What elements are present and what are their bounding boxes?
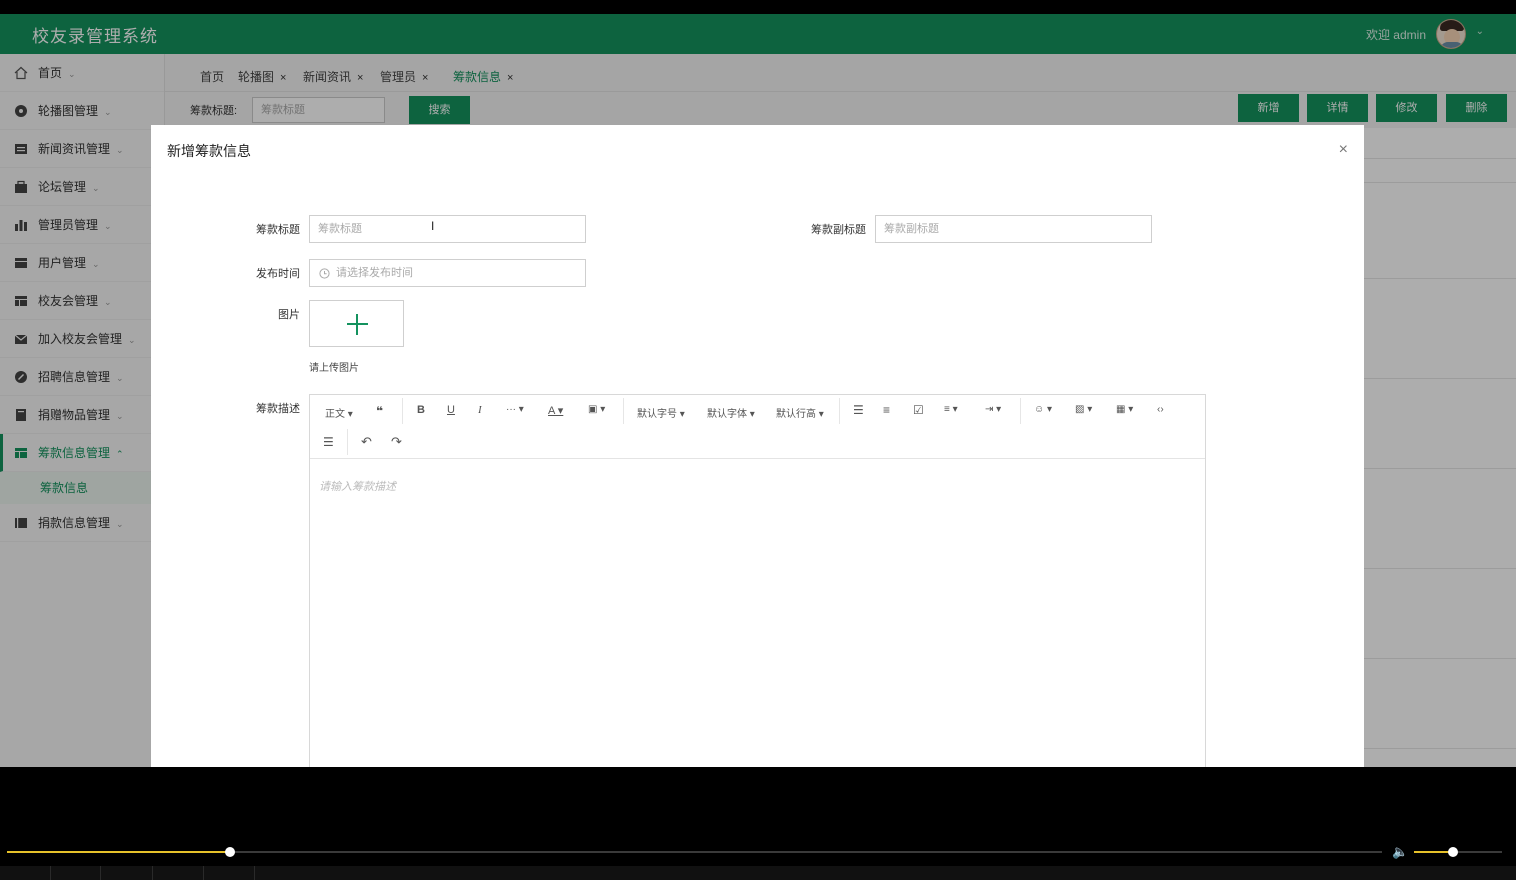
paragraph-label: 正文 bbox=[325, 409, 345, 420]
indent-icon[interactable]: ⇥ ▾ bbox=[985, 404, 1001, 415]
dialog-title: 新增筹款信息 bbox=[167, 143, 251, 159]
table-icon[interactable]: ▦ ▾ bbox=[1116, 404, 1133, 415]
line-height-label: 默认行高 bbox=[776, 409, 816, 420]
divider-icon[interactable]: ☰ bbox=[323, 435, 334, 449]
title-label: 筹款标题 bbox=[256, 224, 300, 236]
align-icon[interactable]: ≡ ▾ bbox=[944, 404, 958, 415]
background-color-icon[interactable]: ▣ ▾ bbox=[588, 404, 605, 415]
date-input[interactable]: 请选择发布时间 bbox=[309, 259, 586, 287]
paragraph-select[interactable]: 正文 ▾ bbox=[325, 405, 353, 420]
underline-icon[interactable]: U bbox=[447, 404, 455, 416]
image-label: 图片 bbox=[278, 309, 300, 321]
volume-handle[interactable] bbox=[1448, 847, 1458, 857]
editor-toolbar: 正文 ▾ ❝ B U I ··· ▾ A ▾ ▣ ▾ 默认字号 ▾ 默认字体 ▾… bbox=[310, 395, 1205, 459]
upload-hint: 请上传图片 bbox=[309, 363, 359, 374]
add-fundraise-dialog: 新增筹款信息 × 筹款标题 筹款标题 I 筹款副标题 筹款副标题 发布时间 请选… bbox=[151, 125, 1364, 767]
date-label: 发布时间 bbox=[256, 268, 300, 280]
line-height-select[interactable]: 默认行高 ▾ bbox=[776, 405, 824, 420]
quote-icon[interactable]: ❝ bbox=[376, 404, 383, 418]
player-bottom-bar bbox=[0, 866, 1516, 880]
volume-icon[interactable]: 🔈 bbox=[1392, 844, 1408, 860]
clock-icon bbox=[319, 268, 330, 279]
font-family-select[interactable]: 默认字体 ▾ bbox=[707, 405, 755, 420]
font-size-label: 默认字号 bbox=[637, 409, 677, 420]
redo-icon[interactable]: ↷ bbox=[391, 434, 402, 450]
bold-icon[interactable]: B bbox=[417, 404, 425, 416]
code-icon[interactable]: ‹› bbox=[1157, 404, 1164, 415]
todo-icon[interactable]: ☑ bbox=[913, 403, 924, 417]
description-placeholder[interactable]: 请输入筹款描述 bbox=[319, 478, 396, 494]
close-icon[interactable]: × bbox=[1339, 141, 1348, 159]
video-player-controls: 🔈 bbox=[0, 767, 1516, 880]
font-color-icon[interactable]: A ▾ bbox=[548, 404, 563, 417]
emoji-icon[interactable]: ☺ ▾ bbox=[1034, 404, 1052, 415]
italic-icon[interactable]: I bbox=[478, 404, 482, 416]
numbered-list-icon[interactable]: ≡ bbox=[883, 403, 890, 417]
progress-fill bbox=[7, 851, 230, 853]
bullet-list-icon[interactable]: ☰ bbox=[853, 403, 864, 417]
text-cursor-icon: I bbox=[431, 219, 435, 233]
rich-text-editor: 正文 ▾ ❝ B U I ··· ▾ A ▾ ▣ ▾ 默认字号 ▾ 默认字体 ▾… bbox=[309, 394, 1206, 767]
image-upload-button[interactable] bbox=[309, 300, 404, 347]
title-input[interactable]: 筹款标题 bbox=[309, 215, 586, 243]
progress-handle[interactable] bbox=[225, 847, 235, 857]
date-placeholder: 请选择发布时间 bbox=[336, 267, 413, 279]
description-label: 筹款描述 bbox=[256, 403, 300, 415]
subtitle-input[interactable]: 筹款副标题 bbox=[875, 215, 1152, 243]
subtitle-label: 筹款副标题 bbox=[811, 224, 866, 236]
more-style-icon[interactable]: ··· ▾ bbox=[506, 404, 524, 415]
screen: 校友录管理系统 欢迎 admin ⌄ 首页⌄ 轮播图管理⌄ 新闻资讯管理⌄ bbox=[0, 0, 1516, 880]
undo-icon[interactable]: ↶ bbox=[361, 434, 372, 450]
font-size-select[interactable]: 默认字号 ▾ bbox=[637, 405, 685, 420]
font-family-label: 默认字体 bbox=[707, 409, 747, 420]
image-icon[interactable]: ▨ ▾ bbox=[1075, 404, 1092, 415]
app-window: 校友录管理系统 欢迎 admin ⌄ 首页⌄ 轮播图管理⌄ 新闻资讯管理⌄ bbox=[0, 14, 1516, 767]
